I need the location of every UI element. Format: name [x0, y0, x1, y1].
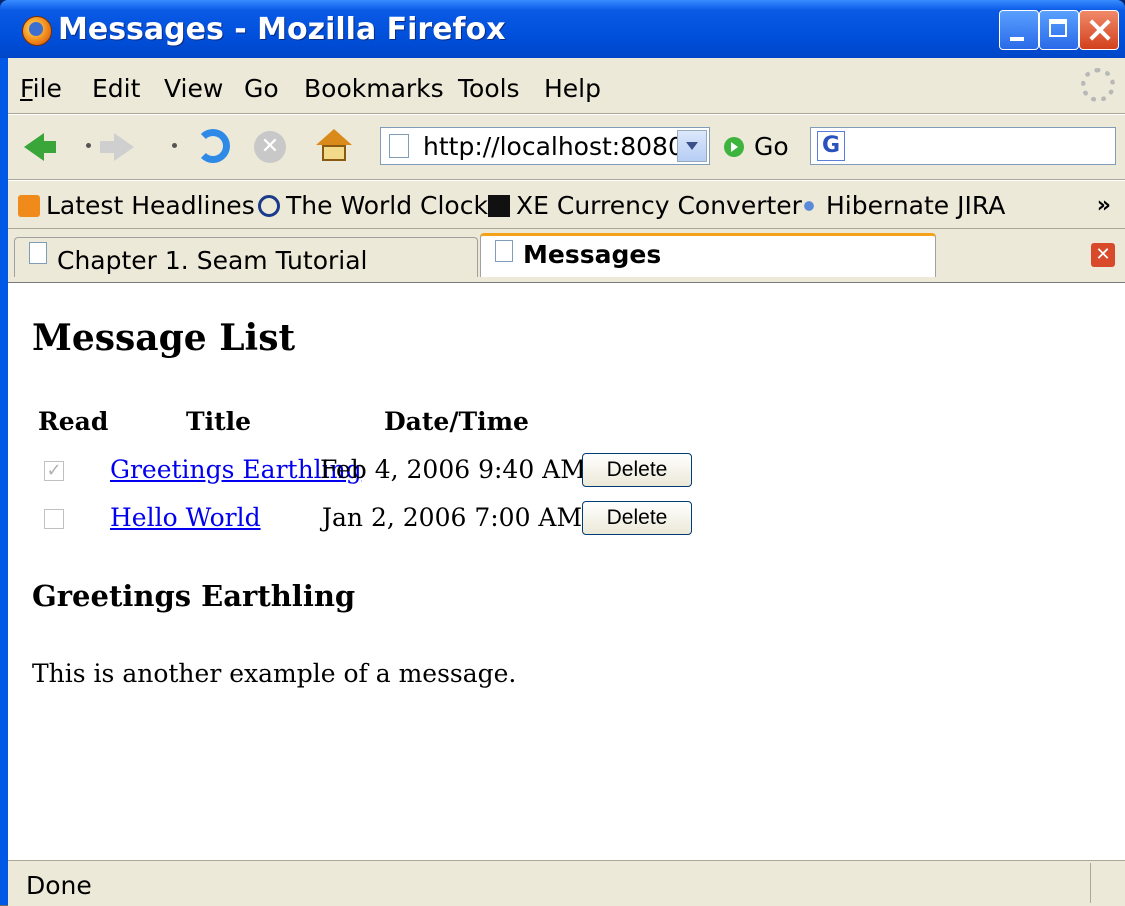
- page-content: Message List Read Title Date/Time ✓ Gree…: [8, 282, 1125, 861]
- page-icon: [29, 242, 47, 264]
- bookmark-hibernate-jira[interactable]: Hibernate JIRA: [798, 191, 1005, 220]
- bookmark-latest-headlines[interactable]: Latest Headlines: [18, 191, 255, 220]
- column-header-title: Title: [186, 407, 252, 436]
- delete-button[interactable]: Delete: [582, 453, 692, 487]
- address-bar[interactable]: http://localhost:8080: [380, 127, 710, 165]
- reload-icon: [196, 129, 230, 163]
- close-window-button[interactable]: [1079, 10, 1119, 50]
- activity-throbber-icon: [1081, 68, 1115, 102]
- menu-file-rest: ile: [32, 74, 62, 103]
- forward-history-dropdown[interactable]: [172, 143, 177, 148]
- message-datetime: Jan 2, 2006 7:00 AM: [322, 503, 583, 532]
- go-icon[interactable]: [724, 137, 744, 157]
- back-arrow-icon: [24, 133, 56, 161]
- reload-button[interactable]: [188, 123, 234, 169]
- home-button[interactable]: [308, 123, 354, 169]
- forward-arrow-icon: [100, 133, 134, 161]
- close-tab-button[interactable]: ✕: [1091, 243, 1115, 267]
- rss-icon: [18, 195, 40, 217]
- menu-bookmarks[interactable]: Bookmarks: [304, 74, 444, 103]
- bookmarks-overflow-chevron-icon[interactable]: »: [1097, 193, 1111, 218]
- minimize-button[interactable]: [999, 10, 1039, 50]
- read-checkbox[interactable]: ✓: [44, 461, 64, 481]
- bookmark-label: Latest Headlines: [46, 191, 255, 220]
- read-checkbox[interactable]: [44, 509, 64, 529]
- navigation-toolbar: ✕ http://localhost:8080 Go G: [8, 114, 1125, 179]
- google-search-engine-icon[interactable]: G: [817, 131, 845, 161]
- title-bar[interactable]: Messages - Mozilla Firefox: [0, 0, 1125, 58]
- menu-help[interactable]: Help: [544, 74, 601, 103]
- column-header-datetime: Date/Time: [384, 407, 529, 436]
- window-title: Messages - Mozilla Firefox: [58, 12, 506, 47]
- bookmark-world-clock[interactable]: The World Clock: [258, 191, 488, 220]
- go-button[interactable]: Go: [754, 132, 789, 161]
- xe-icon: [488, 195, 510, 217]
- menu-bar: File Edit View Go Bookmarks Tools Help: [8, 58, 1125, 114]
- bookmark-label: XE Currency Converter: [516, 191, 802, 220]
- menu-go[interactable]: Go: [244, 74, 279, 103]
- back-history-dropdown[interactable]: [86, 143, 91, 148]
- address-input[interactable]: http://localhost:8080: [423, 132, 684, 161]
- table-row: Hello World Jan 2, 2006 7:00 AM Delete: [8, 501, 1125, 545]
- status-bar: Done: [8, 860, 1125, 906]
- back-button[interactable]: [12, 123, 58, 169]
- world-clock-icon: [258, 195, 280, 217]
- bookmarks-toolbar: Latest Headlines The World Clock XE Curr…: [8, 180, 1125, 229]
- page-title: Message List: [32, 317, 296, 359]
- browser-chrome: File Edit View Go Bookmarks Tools Help ✕…: [8, 58, 1125, 286]
- menu-tools[interactable]: Tools: [458, 74, 520, 103]
- table-row: ✓ Greetings Earthling Feb 4, 2006 9:40 A…: [8, 453, 1125, 497]
- status-text: Done: [26, 871, 92, 900]
- bookmark-xe-currency[interactable]: XE Currency Converter: [488, 191, 802, 220]
- tab-bar: Chapter 1. Seam Tutorial Messages ✕: [8, 228, 1125, 287]
- forward-button[interactable]: [100, 123, 146, 169]
- message-heading: Greetings Earthling: [32, 579, 356, 613]
- tab-messages[interactable]: Messages: [480, 233, 936, 277]
- jira-icon: [798, 195, 820, 217]
- maximize-button[interactable]: [1039, 10, 1079, 50]
- home-icon: [316, 129, 352, 161]
- message-body: This is another example of a message.: [32, 659, 517, 688]
- message-datetime: Feb 4, 2006 9:40 AM: [320, 455, 586, 484]
- page-icon: [495, 240, 513, 262]
- resize-grip-icon[interactable]: [1090, 863, 1125, 903]
- bookmark-label: Hibernate JIRA: [826, 191, 1006, 220]
- search-box[interactable]: G: [810, 127, 1116, 165]
- page-icon: [389, 134, 409, 158]
- message-title-link[interactable]: Hello World: [110, 503, 261, 532]
- address-dropdown-button[interactable]: [677, 130, 707, 162]
- bookmark-label: The World Clock: [286, 191, 488, 220]
- tab-label: Messages: [523, 240, 662, 269]
- menu-edit[interactable]: Edit: [92, 74, 140, 103]
- menu-view[interactable]: View: [164, 74, 223, 103]
- stop-icon: ✕: [254, 131, 286, 163]
- stop-button[interactable]: ✕: [246, 123, 292, 169]
- column-header-read: Read: [38, 407, 109, 436]
- browser-window: Messages - Mozilla Firefox File Edit Vie…: [0, 0, 1125, 906]
- delete-button[interactable]: Delete: [582, 501, 692, 535]
- firefox-icon: [22, 16, 52, 46]
- tab-seam-tutorial[interactable]: Chapter 1. Seam Tutorial: [14, 237, 478, 277]
- tab-label: Chapter 1. Seam Tutorial: [57, 246, 368, 275]
- menu-file[interactable]: File: [20, 74, 62, 103]
